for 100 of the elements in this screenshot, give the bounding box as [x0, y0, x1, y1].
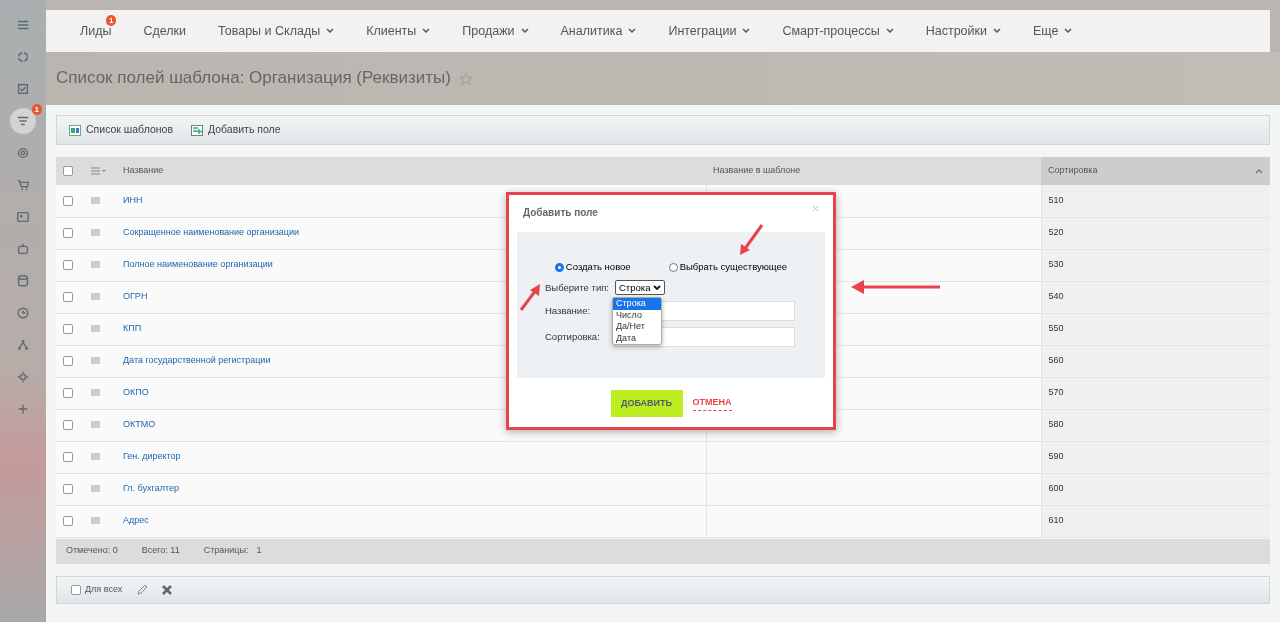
- checkbox[interactable]: [63, 291, 73, 302]
- nav-item[interactable]: Клиенты: [350, 10, 447, 52]
- sidebar-item[interactable]: [10, 108, 36, 134]
- field-link[interactable]: Ген. директор: [123, 451, 181, 462]
- dropdown-option[interactable]: Дата: [613, 332, 661, 344]
- pencil-icon[interactable]: [136, 583, 149, 596]
- toolbar-button[interactable]: Список шаблонов: [69, 122, 173, 138]
- radio-option[interactable]: Выбрать существующее: [668, 260, 788, 275]
- chevron-down-icon: [520, 28, 529, 34]
- checkbox[interactable]: [63, 483, 73, 494]
- filter-icon: [16, 114, 30, 128]
- close-icon[interactable]: [812, 205, 819, 212]
- chevron-down-icon: [422, 28, 431, 34]
- checkbox[interactable]: [63, 259, 73, 270]
- chevron-down-icon: [885, 28, 894, 34]
- dialog-title: Добавить поле: [523, 206, 598, 220]
- sort-value: 610: [1048, 515, 1064, 526]
- row-menu-icon[interactable]: [91, 485, 100, 493]
- selected-count: Отмечено: 0: [66, 544, 118, 558]
- row-menu-icon[interactable]: [91, 389, 100, 397]
- add-row-icon: [190, 124, 203, 136]
- field-link[interactable]: КПП: [123, 323, 142, 334]
- row-menu-icon[interactable]: [91, 453, 100, 461]
- sort-value: 590: [1048, 451, 1064, 462]
- delete-icon[interactable]: [162, 584, 173, 595]
- row-menu-icon[interactable]: [91, 357, 100, 365]
- checkbox[interactable]: [63, 165, 73, 176]
- field-label: Выберите тип:: [545, 280, 609, 295]
- clock-icon: [16, 306, 30, 320]
- add-button[interactable]: ДОБАВИТЬ: [610, 390, 683, 417]
- column-header[interactable]: Название: [116, 157, 706, 185]
- checklist-icon: [16, 82, 30, 96]
- nav-item[interactable]: Сделки: [127, 10, 203, 52]
- sort-value: 510: [1048, 195, 1064, 205]
- cancel-link[interactable]: ОТМЕНА: [692, 396, 732, 411]
- checkbox[interactable]: [71, 584, 81, 595]
- nav-item[interactable]: Товары и Склады: [202, 10, 351, 52]
- annotation-arrow: [738, 222, 766, 256]
- nav-item[interactable]: Еще: [1016, 10, 1089, 52]
- sitemap-icon: [16, 338, 30, 352]
- nav-item[interactable]: Продажи: [446, 10, 545, 52]
- checkbox[interactable]: [63, 323, 73, 334]
- field-label: Сортировка:: [545, 330, 601, 345]
- radio-option[interactable]: Создать новое: [554, 260, 631, 275]
- page-number[interactable]: 1: [256, 544, 262, 558]
- field-link[interactable]: Гл. бухгалтер: [123, 483, 179, 494]
- row-menu-icon[interactable]: [91, 325, 100, 333]
- field-link[interactable]: ИНН: [123, 195, 143, 205]
- chevron-down-icon: [628, 28, 637, 34]
- checkbox[interactable]: [63, 355, 73, 366]
- settings-menu-icon[interactable]: [91, 166, 107, 175]
- sort-value: 580: [1048, 419, 1064, 430]
- row-menu-icon[interactable]: [91, 197, 100, 205]
- notification-badge: 1: [31, 104, 42, 115]
- checkbox[interactable]: [63, 419, 73, 430]
- chevron-down-icon: [326, 28, 335, 34]
- annotation-arrow: [518, 283, 542, 313]
- checkbox[interactable]: [63, 195, 73, 206]
- column-header[interactable]: Название в шаблоне: [706, 157, 1041, 185]
- pages-label: Страницы:: [203, 544, 249, 558]
- field-link[interactable]: Дата государственной регистрации: [123, 355, 271, 366]
- field-link[interactable]: Полное наименование организации: [123, 259, 273, 270]
- sort-value: 550: [1048, 323, 1064, 334]
- column-header[interactable]: Сортировка: [1041, 157, 1270, 185]
- plus-icon: [16, 402, 30, 416]
- chevron-down-icon: [992, 28, 1001, 34]
- chevron-down-icon: [1064, 28, 1073, 34]
- dropdown-option[interactable]: Число: [613, 309, 661, 321]
- nav-item[interactable]: Смарт-процессы: [766, 10, 910, 52]
- sort-value: 570: [1048, 387, 1064, 398]
- gear-icon: [16, 370, 30, 384]
- nav-item[interactable]: Настройки: [909, 10, 1017, 52]
- field-label: Название:: [545, 304, 592, 319]
- type-select[interactable]: Строка: [615, 280, 666, 296]
- field-link[interactable]: ОКТМО: [123, 419, 156, 430]
- sort-value: 560: [1048, 355, 1064, 366]
- sort-value: 600: [1048, 483, 1064, 494]
- checkbox-label: Для всех: [85, 582, 123, 596]
- row-menu-icon[interactable]: [91, 229, 100, 237]
- row-menu-icon[interactable]: [91, 261, 100, 269]
- nav-item[interactable]: Интеграции: [652, 10, 767, 52]
- nav-item[interactable]: Лиды 1: [64, 10, 128, 52]
- checkbox[interactable]: [63, 515, 73, 526]
- dropdown-option[interactable]: Строка: [613, 298, 661, 310]
- toolbar-button[interactable]: Добавить поле: [190, 122, 281, 138]
- field-link[interactable]: Сокращенное наименование организации: [123, 227, 299, 238]
- row-menu-icon[interactable]: [91, 517, 100, 525]
- dropdown-option[interactable]: Да/Нет: [613, 321, 661, 333]
- row-menu-icon[interactable]: [91, 293, 100, 301]
- star-icon[interactable]: [458, 71, 473, 86]
- row-menu-icon[interactable]: [91, 421, 100, 429]
- field-link[interactable]: ОГРН: [123, 291, 148, 302]
- notification-badge: 1: [106, 15, 117, 26]
- field-link[interactable]: Адрес: [123, 515, 149, 526]
- sort-value: 530: [1048, 259, 1064, 270]
- checkbox[interactable]: [63, 387, 73, 398]
- checkbox[interactable]: [63, 227, 73, 238]
- checkbox[interactable]: [63, 451, 73, 462]
- field-link[interactable]: ОКПО: [123, 387, 149, 398]
- nav-item[interactable]: Аналитика: [544, 10, 653, 52]
